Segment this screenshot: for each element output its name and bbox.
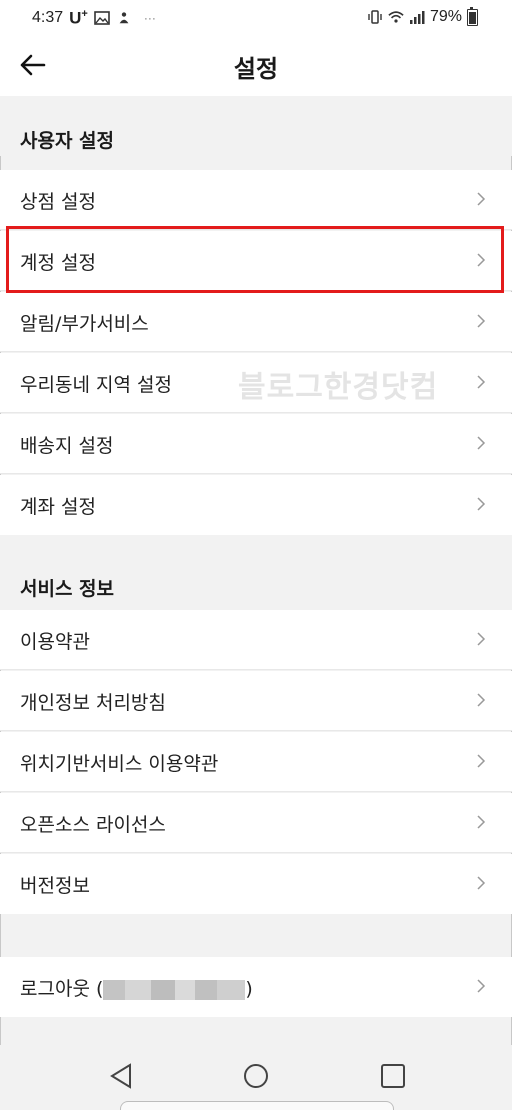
settings-item-notifications[interactable]: 알림/부가서비스 [0,292,512,352]
wifi-icon [388,11,404,23]
item-label: 위치기반서비스 이용약관 [20,753,219,775]
settings-item-version[interactable]: 버전정보 [0,854,512,914]
status-time: 4:37 [32,9,64,27]
chevron-right-icon [477,632,486,646]
redacted-account-id [103,977,246,1003]
chevron-right-icon [477,192,486,206]
settings-item-location-terms[interactable]: 위치기반서비스 이용약관 [0,732,512,792]
item-label: 배송지 설정 [20,435,114,457]
signal-icon [409,11,425,24]
page-title: 설정 [233,55,279,83]
chevron-right-icon [477,754,486,768]
chevron-right-icon [477,815,486,829]
item-label: 알림/부가서비스 [20,313,149,335]
item-label: 상점 설정 [20,191,96,213]
highlight-box [6,226,504,293]
item-label: 개인정보 처리방침 [20,692,166,714]
battery-percent: 79% [429,8,462,25]
settings-item-shipping[interactable]: 배송지 설정 [0,414,512,474]
item-label: 우리동네 지역 설정 [20,374,172,396]
watermark: 블로그한경닷컴 [238,370,439,405]
battery-icon [467,6,478,26]
chevron-right-icon [477,876,486,890]
item-label: 계좌 설정 [20,496,96,518]
settings-item-privacy[interactable]: 개인정보 처리방침 [0,671,512,731]
system-nav-bar [0,1045,512,1109]
section-header-service-info: 서비스 정보 [0,535,512,610]
more-notifications: ··· [143,11,156,26]
chevron-right-icon [477,314,486,328]
app-notification-icon [119,12,129,24]
section-header-user-settings: 사용자 설정 [0,96,512,156]
settings-item-shop[interactable]: 상점 설정 [0,170,512,230]
item-label: 버전정보 [20,875,90,897]
chevron-right-icon [477,979,486,993]
nav-home-icon[interactable] [241,1061,271,1091]
item-label: 오픈소스 라이선스 [20,814,166,836]
status-bar: 4:37 U+ ··· 79% [0,0,512,34]
chevron-right-icon [477,436,486,450]
nav-recents-icon[interactable] [378,1061,408,1091]
app-bar: 설정 [0,34,512,96]
settings-item-bank-account[interactable]: 계좌 설정 [0,475,512,535]
nav-back-icon[interactable] [106,1061,136,1091]
vibrate-icon [368,10,382,24]
logout-label: 로그아웃 ( ) [20,974,253,1003]
gallery-icon [94,11,110,26]
item-label: 이용약관 [20,631,90,653]
carrier-label: U+ [69,8,88,28]
settings-item-terms[interactable]: 이용약관 [0,610,512,670]
chevron-right-icon [477,497,486,511]
settings-item-open-source[interactable]: 오픈소스 라이선스 [0,793,512,853]
chevron-right-icon [477,375,486,389]
logout-item[interactable]: 로그아웃 ( ) [0,957,512,1017]
chevron-right-icon [477,693,486,707]
